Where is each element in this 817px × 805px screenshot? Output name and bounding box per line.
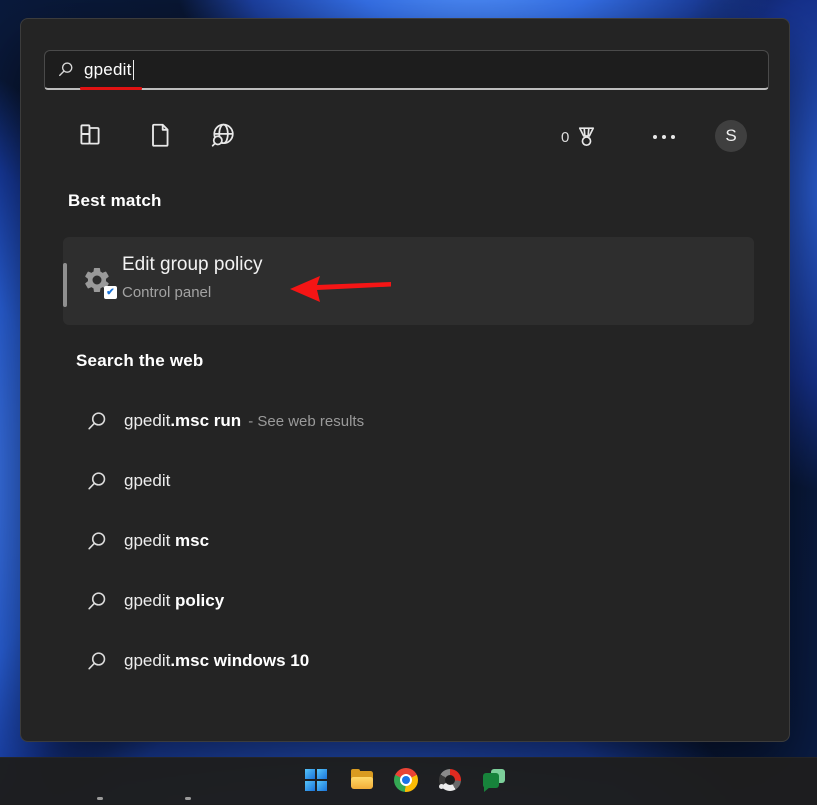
- running-indicator-chrome: [97, 797, 103, 800]
- web-suggestion-list: gpedit.msc run - See web results gpedit …: [63, 391, 763, 691]
- windows-logo-icon: [305, 769, 315, 779]
- apps-grid-icon: [76, 121, 104, 149]
- taskbar-icons: [304, 768, 506, 794]
- web-suggestion-row[interactable]: gpedit msc: [63, 511, 763, 571]
- search-the-web-heading: Search the web: [76, 351, 204, 371]
- web-globe-icon: [209, 121, 237, 149]
- search-icon: [57, 61, 74, 78]
- suggestion-note: - See web results: [248, 413, 364, 430]
- selection-indicator: [63, 263, 67, 307]
- suggestion-text: gpedit policy: [124, 591, 224, 611]
- taskbar: [0, 757, 817, 805]
- rewards-medal-icon: [573, 123, 600, 152]
- web-suggestion-row[interactable]: gpedit.msc run - See web results: [63, 391, 763, 451]
- user-avatar[interactable]: S: [715, 120, 747, 152]
- group-policy-gear-icon: ✔: [82, 265, 114, 297]
- search-flyout-panel: gpedit 0: [20, 18, 790, 742]
- suggestion-text: gpedit msc: [124, 531, 209, 551]
- search-icon: [86, 651, 107, 672]
- filter-web[interactable]: [209, 121, 237, 149]
- search-icon: [86, 531, 107, 552]
- web-suggestion-row[interactable]: gpedit.msc windows 10: [63, 631, 763, 691]
- more-options-button[interactable]: [653, 135, 675, 139]
- file-explorer-button[interactable]: [350, 768, 374, 792]
- red-underline-annotation: [80, 87, 142, 90]
- ellipsis-icon: [653, 135, 657, 139]
- filter-documents[interactable]: [146, 121, 174, 149]
- result-title: Edit group policy: [122, 254, 262, 276]
- ring-app-icon: [439, 769, 461, 791]
- checkmark-badge-icon: ✔: [104, 286, 117, 299]
- text-caret: [133, 60, 135, 80]
- document-icon: [146, 121, 174, 149]
- suggestion-text: gpedit: [124, 471, 170, 491]
- best-match-heading: Best match: [68, 191, 162, 211]
- start-button[interactable]: [304, 768, 330, 794]
- suggestion-text: gpedit.msc windows 10: [124, 651, 309, 671]
- ring-app-button[interactable]: [438, 768, 462, 792]
- filter-apps[interactable]: [76, 121, 104, 149]
- search-input[interactable]: gpedit: [44, 50, 769, 90]
- web-suggestion-row[interactable]: gpedit: [63, 451, 763, 511]
- result-subtitle: Control panel: [122, 284, 211, 301]
- rewards-points: 0: [561, 129, 569, 146]
- search-icon: [86, 471, 107, 492]
- suggestion-text: gpedit.msc run: [124, 411, 241, 431]
- chrome-button[interactable]: [394, 768, 418, 792]
- search-icon: [86, 591, 107, 612]
- search-query-text: gpedit: [84, 60, 132, 80]
- google-chat-button[interactable]: [482, 768, 506, 792]
- web-suggestion-row[interactable]: gpedit policy: [63, 571, 763, 631]
- best-match-result[interactable]: ✔ Edit group policy Control panel: [63, 237, 754, 325]
- running-indicator-chat: [185, 797, 191, 800]
- rewards-button[interactable]: 0: [561, 123, 600, 152]
- search-icon: [86, 411, 107, 432]
- avatar-initial: S: [725, 126, 736, 146]
